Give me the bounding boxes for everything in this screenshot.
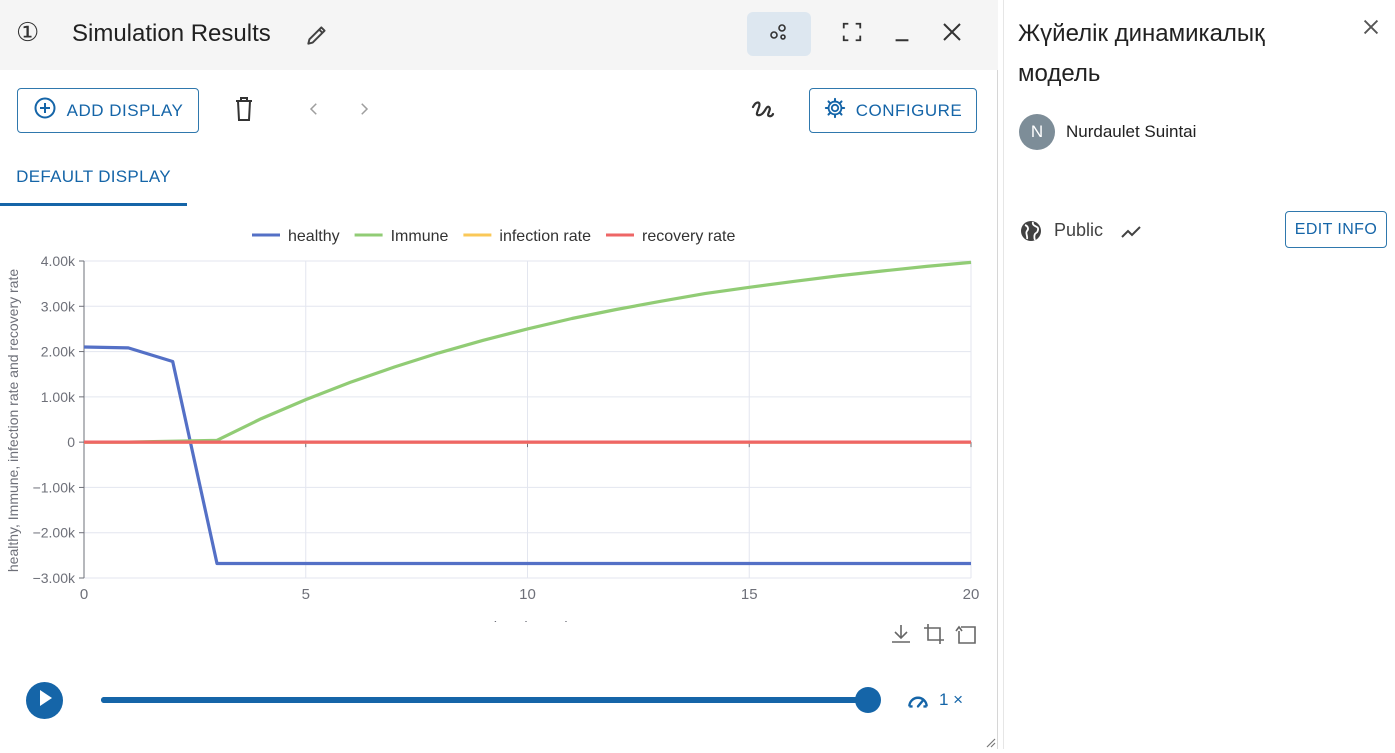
legend-item: infection rate (499, 228, 591, 245)
simulation-results-window: ① Simulation Results ADD DISPLAY CONFIGU… (0, 0, 998, 749)
next-display-button[interactable] (349, 96, 379, 126)
tab-default-display[interactable]: DEFAULT DISPLAY (0, 150, 187, 206)
x-axis-title: Time (Years) (485, 619, 570, 622)
window-title: Simulation Results (72, 20, 271, 47)
close-window-button[interactable] (920, 12, 984, 56)
crop-icon[interactable] (922, 622, 948, 648)
legend-item: Immune (391, 228, 449, 245)
gear-icon (824, 97, 846, 124)
simulation-chart: 4.00k3.00k2.00k1.00k0−1.00k−2.00k−3.00k0… (5, 228, 980, 622)
timeline-slider[interactable] (101, 687, 881, 713)
close-panel-icon[interactable] (1360, 16, 1386, 42)
visibility-label: Public (1054, 220, 1104, 240)
y-tick-label: −1.00k (33, 479, 76, 495)
share-button[interactable] (747, 12, 811, 56)
trending-icon (1119, 219, 1145, 243)
y-tick-label: −2.00k (33, 525, 76, 541)
display-tabs: DEFAULT DISPLAY (0, 150, 998, 206)
play-button[interactable] (26, 682, 63, 719)
legend-item: healthy (288, 228, 340, 245)
display-toolbar: ADD DISPLAY CONFIGURE (0, 70, 998, 150)
timeline-progress (101, 697, 868, 703)
minimize-icon (891, 21, 913, 48)
playback-controls: 1 × (0, 670, 998, 730)
window-title-bar: ① Simulation Results (0, 0, 998, 70)
x-tick-label: 5 (302, 586, 310, 603)
window-number: ① (16, 18, 40, 48)
y-tick-label: 3.00k (41, 298, 76, 314)
model-info-panel: Жүйелік динамикалық модель N Nurdaulet S… (1003, 0, 1395, 749)
previous-display-button[interactable] (299, 96, 329, 126)
squiggle-icon (749, 95, 777, 128)
y-tick-label: 2.00k (41, 344, 76, 360)
trash-icon (232, 96, 256, 127)
globe-icon (1019, 219, 1043, 243)
legend-item: recovery rate (642, 228, 735, 245)
play-icon (37, 689, 53, 712)
x-tick-label: 0 (80, 586, 88, 603)
add-circle-icon (33, 96, 57, 125)
edit-title-icon[interactable] (304, 22, 330, 48)
curve-tool-button[interactable] (748, 96, 778, 126)
x-tick-label: 20 (963, 586, 980, 603)
add-display-button[interactable]: ADD DISPLAY (17, 88, 199, 133)
resize-grip-icon[interactable] (984, 735, 996, 748)
configure-button[interactable]: CONFIGURE (809, 88, 977, 133)
close-icon (940, 20, 964, 49)
share-icon (767, 20, 791, 49)
speedometer-icon[interactable] (905, 688, 931, 714)
y-tick-label: 1.00k (41, 389, 76, 405)
y-tick-label: 4.00k (41, 253, 76, 269)
playback-speed[interactable]: 1 × (939, 690, 963, 710)
avatar: N (1019, 114, 1055, 150)
chevron-right-icon (355, 100, 373, 123)
y-axis-title: healthy, Immune, infection rate and reco… (5, 269, 21, 572)
model-title: Жүйелік динамикалық модель (1018, 20, 1265, 87)
reset-zoom-icon[interactable] (954, 622, 980, 648)
timeline-thumb[interactable] (855, 687, 881, 713)
chart-tools (886, 622, 986, 650)
x-tick-label: 15 (741, 586, 758, 603)
configure-label: CONFIGURE (855, 100, 963, 120)
chevron-left-icon (305, 100, 323, 123)
fullscreen-icon (841, 21, 863, 48)
download-icon[interactable] (889, 622, 915, 648)
edit-info-button[interactable]: EDIT INFO (1285, 211, 1387, 248)
x-tick-label: 10 (519, 586, 536, 603)
author-name[interactable]: Nurdaulet Suintai (1066, 122, 1196, 142)
y-tick-label: −3.00k (33, 570, 76, 586)
y-tick-label: 0 (67, 434, 75, 450)
add-display-label: ADD DISPLAY (66, 100, 184, 120)
delete-display-button[interactable] (229, 96, 259, 126)
